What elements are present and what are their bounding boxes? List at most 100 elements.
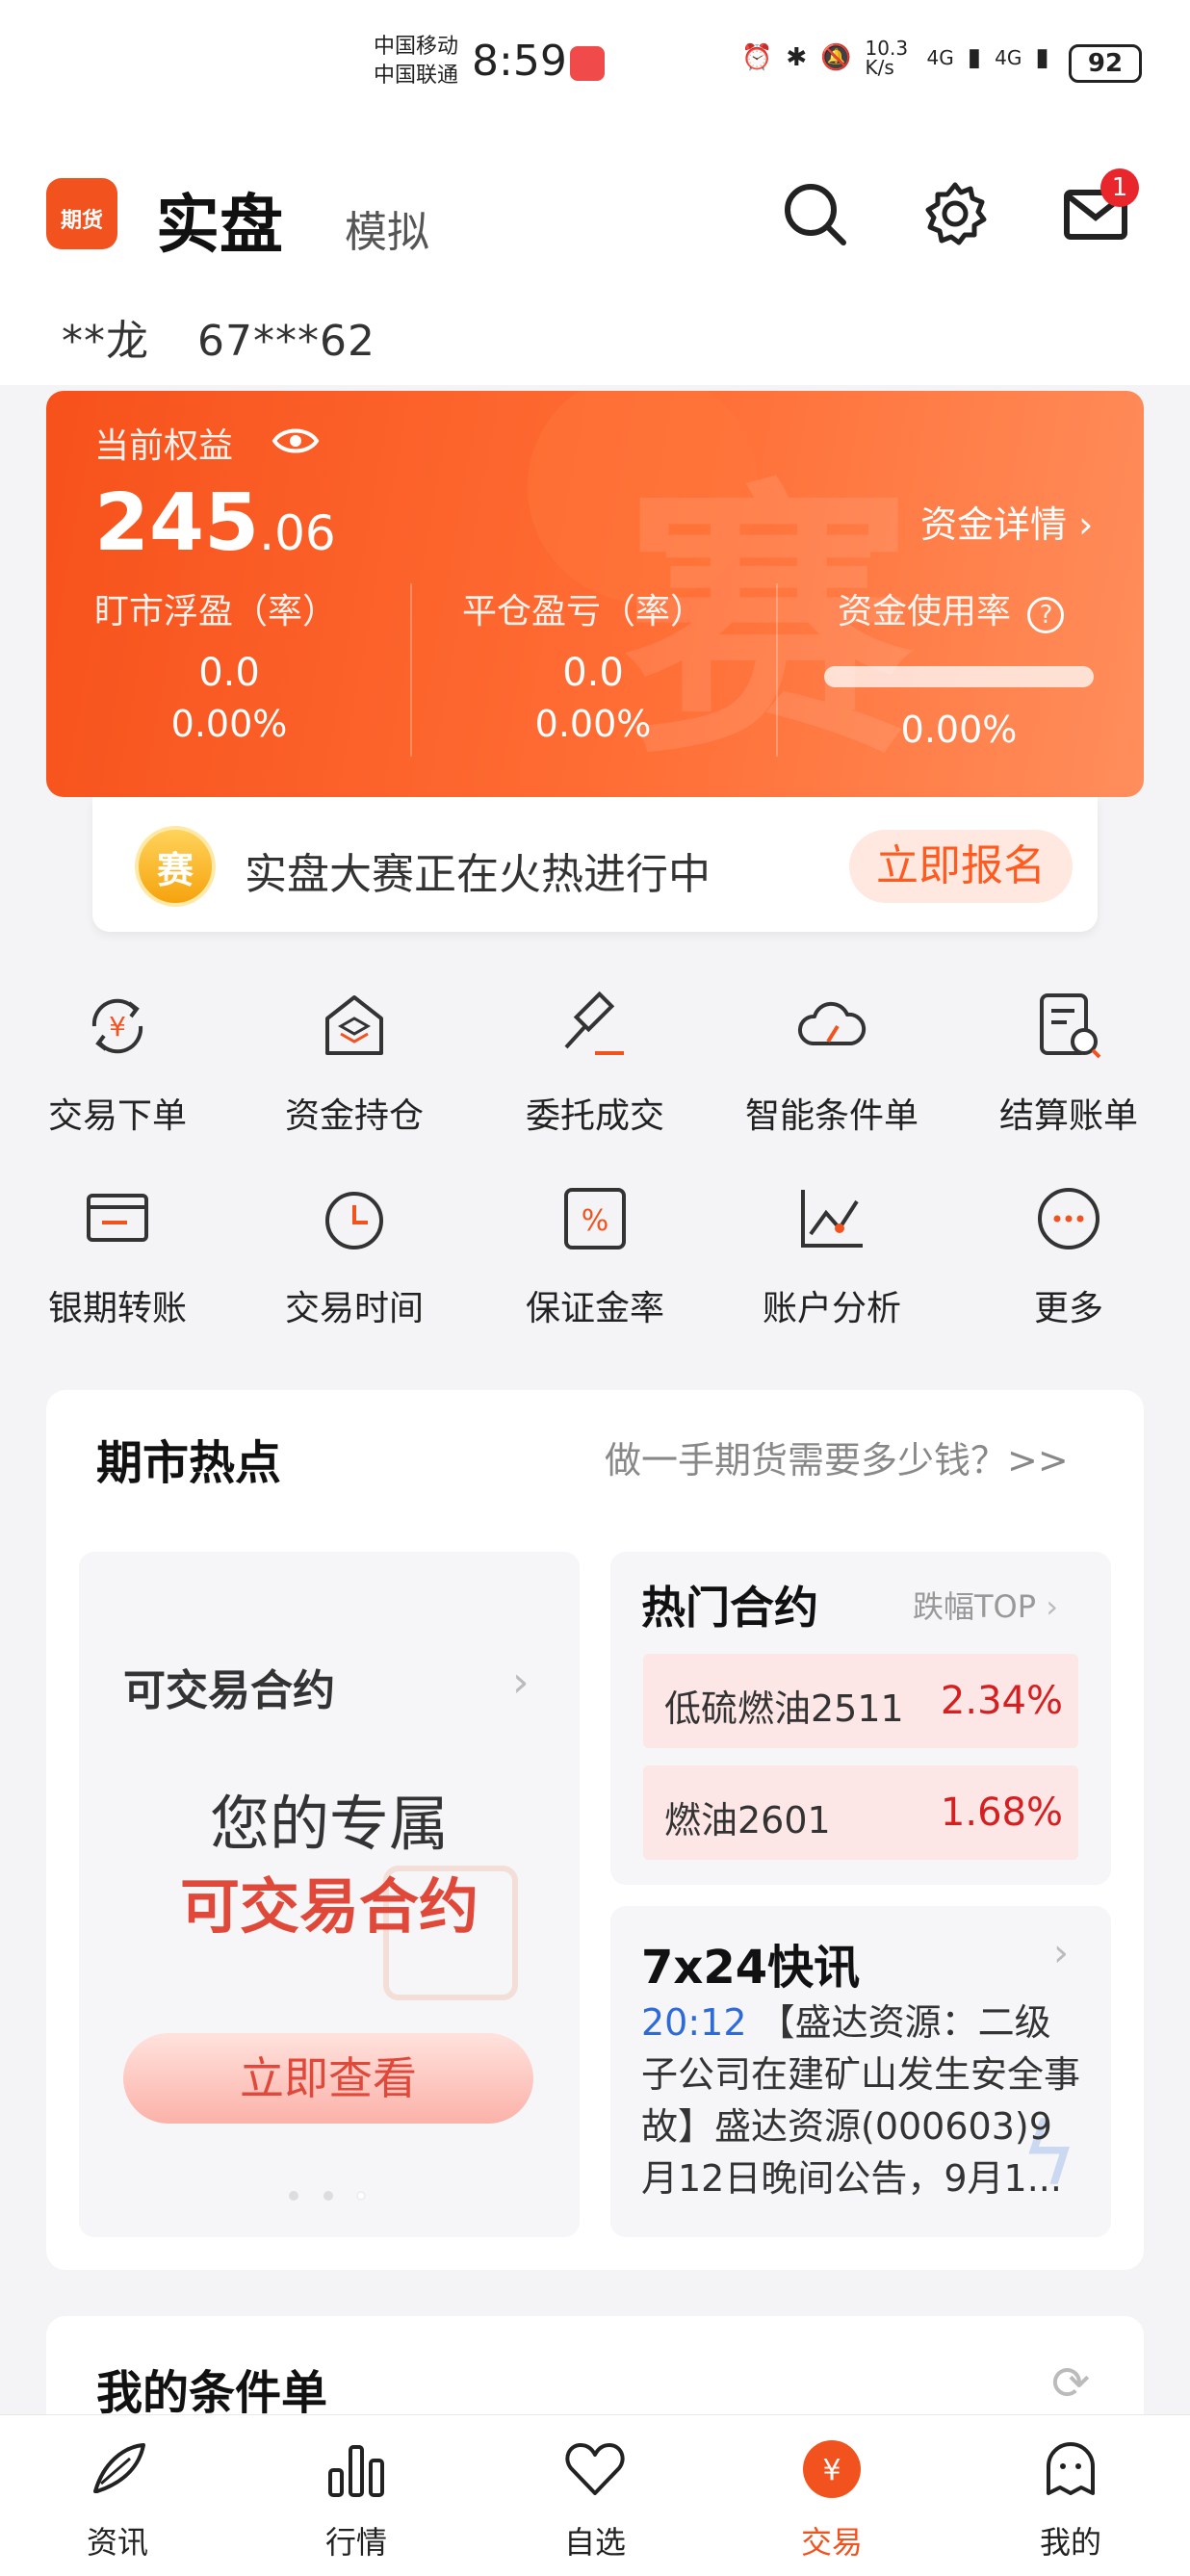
bill-search-icon [1040,993,1101,1059]
metric-usage-label-text: 资金使用率 [838,592,1012,631]
tradable-promo-line2: 可交易合约 [179,1871,479,1942]
nav-label: 交易 [800,2524,863,2561]
grid-item-smart-conditions[interactable]: 智能条件单 [726,988,938,1138]
svg-text:%: % [582,1204,609,1238]
contest-medal-icon: 赛 [135,826,216,907]
chevron-right-icon: › [1053,1931,1069,1975]
usage-progress-bar [824,666,1094,687]
carrier-2: 中国联通 [374,64,459,88]
equity-card: 赛 当前权益 245.06 资金详情 › 盯市浮盈（率） 0.0 0.00% 平… [46,391,1144,797]
carrier-1: 中国移动 [374,35,459,59]
decline-top-link[interactable]: 跌幅TOP › [913,1583,1058,1627]
bar-chart-icon [328,2445,384,2497]
nav-label: 行情 [324,2524,387,2561]
grid-item-margin-rate[interactable]: % 保证金率 [489,1180,701,1330]
carousel-dot [289,2191,298,2201]
contest-text: 实盘大赛正在火热进行中 [245,850,711,899]
my-conditions-title: 我的条件单 [96,2366,328,2420]
percent-icon: % [564,1188,626,1249]
carousel-dot-active [356,2191,366,2201]
metric-divider [410,583,412,757]
clock-icon [325,1192,383,1249]
grid-item-funds-positions[interactable]: 资金持仓 [248,988,460,1138]
grid-item-account-analysis[interactable]: 账户分析 [726,1180,938,1330]
equity-value-dec: .06 [259,505,336,561]
grid-label: 银期转账 [47,1289,187,1328]
house-stack-icon [325,995,383,1055]
carousel-dot [323,2191,333,2201]
grid-item-more[interactable]: 更多 [963,1180,1175,1330]
news-item[interactable]: 20:12 【盛达资源：二级子公司在建矿山发生安全事故】盛达资源(000603)… [641,1996,1080,2204]
nav-label: 我的 [1039,2524,1101,2561]
view-now-button[interactable]: 立即查看 [123,2033,533,2124]
status-icons: ⏰ ✱ 🔕 10.3 K/s 4G ▮ 4G ▮ [741,39,1049,77]
fund-detail-label: 资金详情 [920,503,1068,546]
grid-label: 委托成交 [525,1096,664,1136]
grid-item-bank-transfer[interactable]: 银期转账 [12,1180,223,1330]
feather-icon [93,2443,145,2493]
grid-item-trading-hours[interactable]: 交易时间 [248,1180,460,1330]
nav-label: 自选 [563,2524,626,2561]
nav-profile[interactable]: 我的 [994,2435,1148,2563]
nav-trade[interactable]: ¥ 交易 [755,2435,909,2563]
metric-floating-rate: 0.00% [170,703,288,745]
svg-text:¥: ¥ [109,1011,126,1043]
gear-icon[interactable] [920,179,990,248]
grid-label: 交易时间 [284,1289,424,1328]
grid-item-trade-order[interactable]: ¥ 交易下单 [12,988,223,1138]
nav-watchlist[interactable]: 自选 [518,2435,672,2563]
contract-pct: 1.68% [940,1790,1063,1835]
metric-closed-label: 平仓盈亏（率） [462,592,706,631]
bluetooth-icon: ✱ [786,43,808,72]
contract-name: 燃油2601 [664,1799,831,1842]
alarm-icon: ⏰ [741,43,773,72]
margin-cost-link[interactable]: 做一手期货需要多少钱？>> [605,1430,1069,1483]
account-id: 67***62 [197,317,375,366]
tab-sim[interactable]: 模拟 [345,197,429,259]
eye-icon[interactable] [272,424,320,458]
battery-indicator: 92 [1069,44,1142,83]
metric-closed-value: 0.0 [562,651,624,695]
grid-item-settlement-bill[interactable]: 结算账单 [963,988,1175,1138]
equity-value: 245.06 [94,477,336,569]
refresh-icon[interactable]: ⟳ [1051,2357,1090,2410]
yuan-circle-icon: ¥ [803,2440,861,2498]
hot-contract-row[interactable]: 低硫燃油2511 2.34% [643,1654,1078,1748]
fund-detail-link[interactable]: 资金详情 › [920,495,1093,548]
grid-label: 结算账单 [998,1096,1138,1136]
help-icon[interactable]: ? [1027,597,1065,633]
tradable-contracts-title: 可交易合约 [123,1666,335,1715]
grid-item-orders-fills[interactable]: 委托成交 [489,988,701,1138]
hot-contract-row[interactable]: 燃油2601 1.68% [643,1765,1078,1860]
news-title: 7x24快讯 [641,1941,861,1995]
svg-text:¥: ¥ [822,2454,841,2487]
signal-icon-2: ▮ [1035,43,1049,72]
heart-icon [565,2443,625,2495]
profile-face-icon [1047,2442,1095,2495]
hot-contracts-title: 热门合约 [641,1582,818,1634]
equity-value-int: 245 [94,477,260,569]
contest-signup-button[interactable]: 立即报名 [849,830,1073,903]
mail-badge: 1 [1100,168,1139,207]
metric-closed-rate: 0.00% [534,703,652,745]
tradable-promo-line1: 您的专属 [209,1789,449,1859]
mute-icon: 🔕 [820,43,852,72]
nav-market[interactable]: 行情 [279,2435,433,2563]
chevron-right-icon: › [1078,503,1094,546]
metric-divider [776,583,778,757]
signal-icon-1: ▮ [967,43,982,72]
grid-label: 账户分析 [762,1289,901,1328]
yuan-exchange-icon: ¥ [91,998,143,1054]
search-icon[interactable] [780,179,849,248]
hot-section-title: 期市热点 [96,1436,282,1490]
chevron-right-icon: › [512,1658,530,1707]
metric-usage-label: 资金使用率 ? [838,583,1065,633]
tab-real[interactable]: 实盘 [156,173,283,266]
network-1: 4G [926,46,954,69]
nav-news[interactable]: 资讯 [40,2435,194,2563]
app-logo: 期货 [46,178,117,249]
net-speed: 10.3 K/s [865,37,909,79]
card-transfer-icon [87,1194,148,1242]
contract-pct: 2.34% [940,1679,1063,1723]
app-notification-icon [570,46,605,81]
